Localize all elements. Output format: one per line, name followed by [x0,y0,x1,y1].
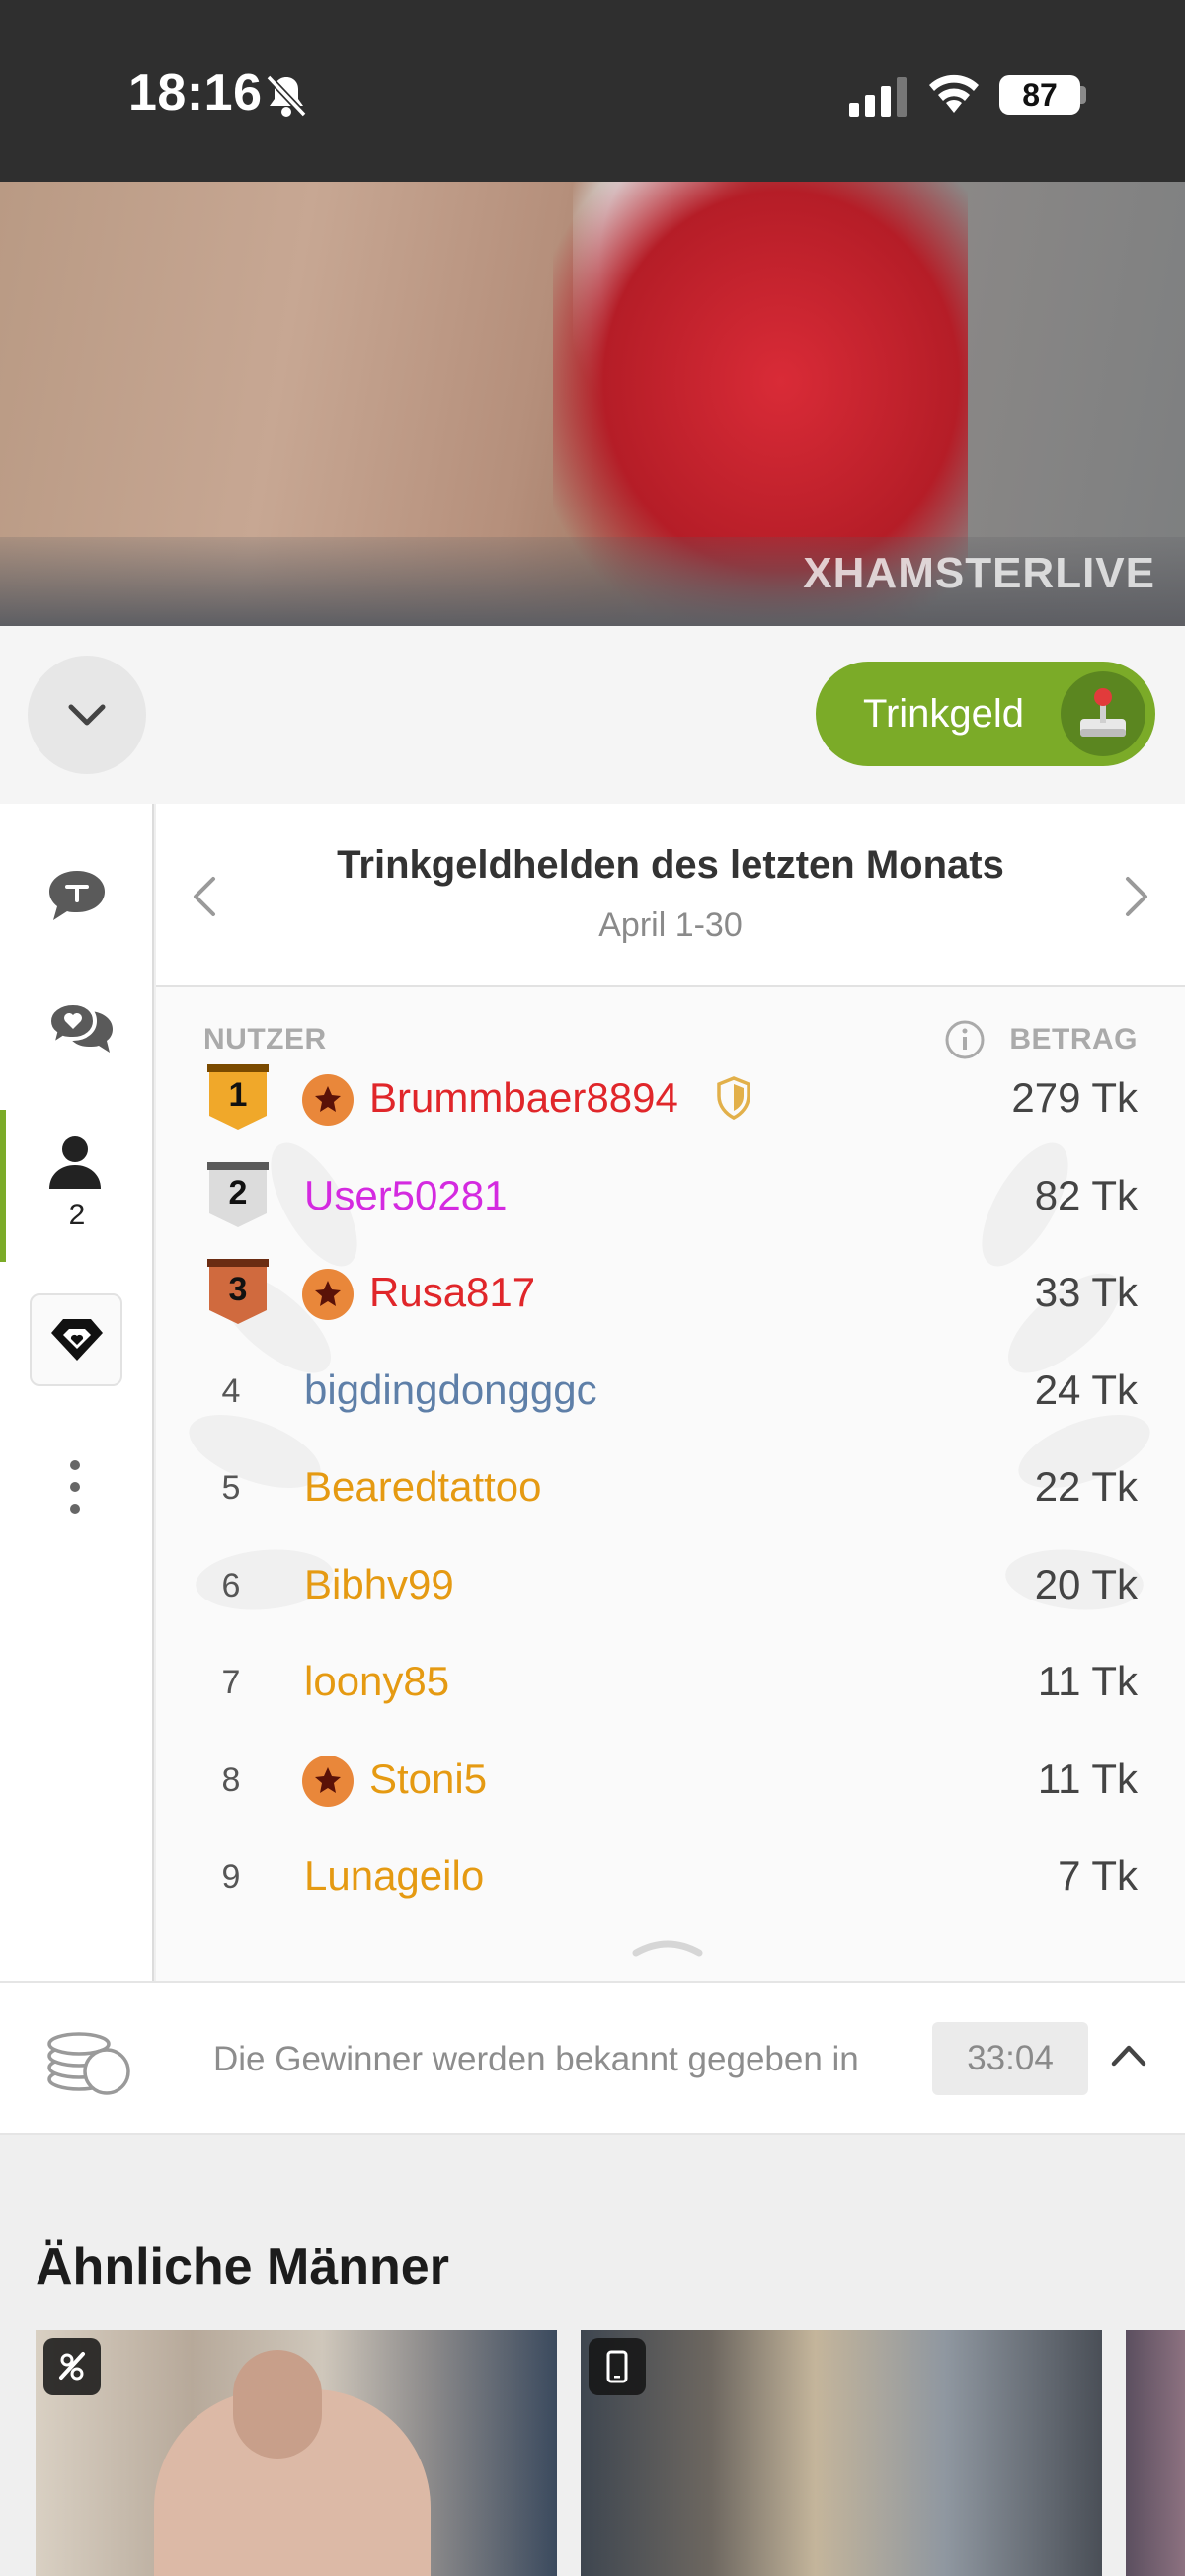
chevron-right-icon[interactable] [1122,873,1151,920]
tip-amount: 11 Tk [1037,1658,1138,1704]
winner-announcement-bar: Die Gewinner werden bekannt gegeben in 3… [0,1981,1185,2135]
leaderboard-row[interactable]: 2 User50281 82 Tk [156,1148,1185,1245]
sidebar-item-chat[interactable] [0,843,154,952]
scroll-up-hint-icon[interactable] [630,1933,705,1959]
leaderboard-header: Trinkgeldhelden des letzten Monats April… [156,804,1185,987]
status-time: 18:16 [128,64,263,121]
leaderboard-row[interactable]: 1 Brummbaer8894 279 Tk [156,1051,1185,1147]
leaderboard-period: April 1-30 [598,906,743,944]
status-bar: 18:16 87 [0,0,1185,182]
leaderboard-row[interactable]: 8 Stoni5 11 Tk [156,1732,1185,1829]
similar-model-card[interactable] [36,2330,557,2576]
tip-button[interactable]: Trinkgeld [816,662,1155,766]
tip-amount: 33 Tk [1034,1269,1138,1315]
control-row: Trinkgeld [0,626,1185,804]
mobile-icon [589,2338,646,2395]
rank-number: 9 [221,1858,241,1896]
rank-number: 4 [221,1371,241,1410]
leaderboard-row[interactable]: 6 Bibhv99 20 Tk [156,1537,1185,1634]
chat-bubble-icon [49,871,105,920]
thumbnail-image [233,2350,322,2459]
username[interactable]: Lunageilo [304,1852,484,1900]
rank-number: 7 [221,1664,241,1701]
chevron-down-icon [68,704,106,726]
username[interactable]: Stoni5 [369,1756,487,1803]
rank-number: 8 [221,1760,241,1799]
battery-nub [1080,86,1086,104]
sidebar-item-private-chat[interactable] [0,977,154,1086]
sidebar-more-button[interactable] [0,1436,154,1544]
wifi-icon [929,74,979,113]
username[interactable]: loony85 [304,1658,449,1705]
winner-announcement-text: Die Gewinner werden bekannt gegeben in [213,2040,859,2078]
similar-section-title: Ähnliche Männer [36,2238,449,2296]
rank-number: 5 [221,1469,241,1507]
leaderboard-row[interactable]: 4 bigdingdongggc 24 Tk [156,1343,1185,1440]
more-vertical-icon [70,1460,80,1514]
joystick-icon [1061,671,1146,756]
similar-model-card[interactable] [581,2330,1102,2576]
leaderboard-row[interactable]: 3 Rusa817 33 Tk [156,1245,1185,1342]
star-badge-icon [302,1074,354,1126]
rank-number: 2 [228,1173,248,1211]
leaderboard: Trinkgeldhelden des letzten Monats April… [156,804,1185,1981]
tip-amount: 24 Tk [1034,1366,1138,1413]
leaderboard-row[interactable]: 5 Bearedtattoo 22 Tk [156,1440,1185,1536]
video-watermark: XHAMSTERLIVE [803,549,1155,597]
similar-model-card[interactable] [1126,2330,1185,2576]
shield-icon [717,1076,750,1120]
star-badge-icon [302,1755,354,1807]
tip-amount: 82 Tk [1034,1171,1138,1218]
video-stream[interactable]: XHAMSTERLIVE [0,182,1185,626]
leaderboard-row[interactable]: 7 loony85 11 Tk [156,1634,1185,1731]
tip-amount: 22 Tk [1034,1463,1138,1510]
username[interactable]: Bearedtattoo [304,1463,542,1511]
sidebar-item-top-tippers[interactable] [30,1293,122,1386]
battery-indicator: 87 [999,75,1080,115]
cellular-signal-icon [849,77,907,117]
coins-icon [47,2032,130,2095]
sidebar-item-users[interactable] [0,1120,154,1262]
rank-number: 1 [228,1076,248,1114]
tip-amount: 7 Tk [1058,1852,1138,1899]
tip-amount: 279 Tk [1011,1074,1138,1121]
bell-off-icon [266,74,307,117]
vr-icon [43,2338,101,2395]
diamond-heart-icon [51,1319,103,1361]
leaderboard-row[interactable]: 9 Lunageilo 7 Tk [156,1829,1185,1925]
tip-button-label: Trinkgeld [863,692,1025,736]
user-icon [49,1136,101,1189]
chat-heart-icon [46,1000,113,1053]
username[interactable]: bigdingdongggc [304,1366,597,1414]
tip-amount: 20 Tk [1034,1560,1138,1607]
tip-amount: 11 Tk [1037,1755,1138,1802]
username[interactable]: User50281 [304,1172,507,1219]
leaderboard-title: Trinkgeldhelden des letzten Monats [337,843,1004,887]
viewer-count: 2 [68,1199,86,1231]
countdown-timer: 33:04 [932,2022,1088,2095]
chevron-up-icon[interactable] [1110,2042,1147,2068]
sidebar: 2 [0,804,154,1981]
username[interactable]: Brummbaer8894 [369,1074,678,1122]
rank-number: 3 [228,1271,248,1308]
rank-number: 6 [221,1566,241,1604]
username[interactable]: Rusa817 [369,1269,535,1316]
collapse-button[interactable] [28,656,146,774]
star-badge-icon [302,1269,354,1320]
username[interactable]: Bibhv99 [304,1561,454,1608]
